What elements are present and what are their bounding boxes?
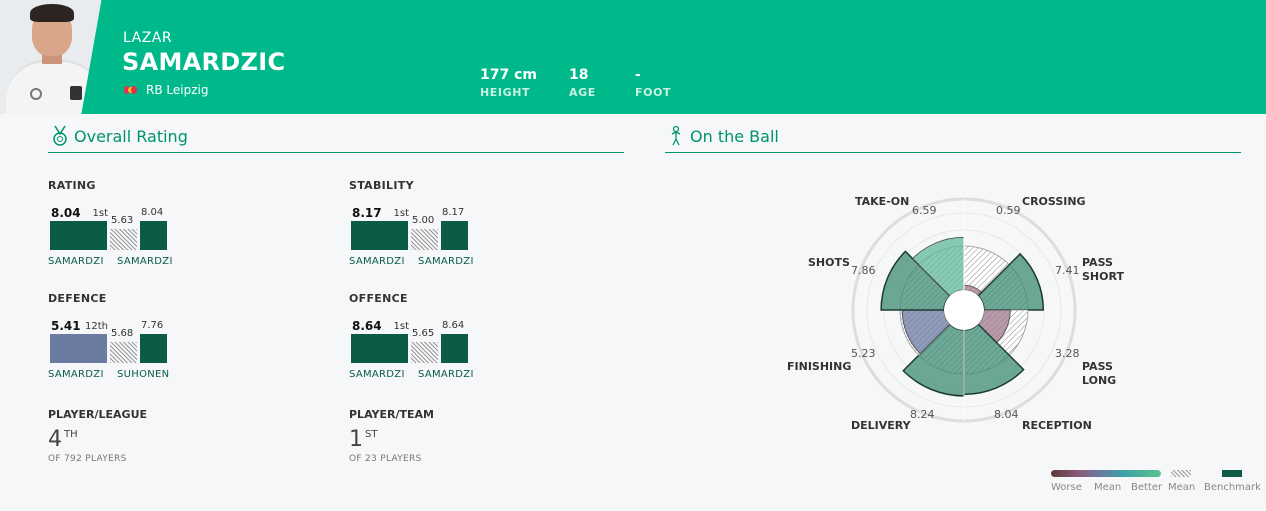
player-last-name: SAMARDZIC: [122, 48, 286, 76]
radar-svg: [851, 197, 1077, 423]
defence-value: 5.41: [51, 319, 81, 333]
benchmark-name-link[interactable]: SAMARDZI: [117, 256, 173, 267]
club-logo-icon: [124, 85, 138, 95]
rating-label: RATING: [48, 179, 96, 192]
radar-label-crossing: CROSSING: [1022, 195, 1086, 208]
radar-value-reception: 8.04: [994, 408, 1019, 421]
stat-foot: - FOOT: [635, 67, 672, 99]
rating-value: 8.04: [51, 206, 81, 220]
defence-benchmark-bar: [140, 334, 167, 363]
defence-label: DEFENCE: [48, 292, 107, 305]
benchmark-name-link[interactable]: SUHONEN: [117, 369, 169, 380]
offence-rank: 1st: [393, 321, 410, 332]
on-the-ball-divider: [665, 152, 1241, 153]
player-running-icon: [671, 125, 681, 146]
offence-bar: [351, 334, 408, 363]
legend-mean-swatch: [1171, 470, 1191, 477]
ranking-value: 4 TH: [48, 427, 78, 452]
offence-label: OFFENCE: [349, 292, 408, 305]
stability-benchmark: 8.17: [442, 207, 465, 218]
rating-mean-bar: [110, 229, 137, 250]
stability-mean-bar: [411, 229, 438, 250]
rating-benchmark-bar: [140, 221, 167, 250]
offence-mean-bar: [411, 342, 438, 363]
radar-value-shots: 7.86: [851, 264, 876, 277]
on-the-ball-title: On the Ball: [668, 125, 779, 147]
offence-benchmark-bar: [441, 334, 468, 363]
stability-benchmark-bar: [441, 221, 468, 250]
legend-mean-label: Mean: [1168, 482, 1196, 493]
radar-value-take-on: 6.59: [912, 204, 937, 217]
radar-value-pass-long: 3.28: [1055, 347, 1080, 360]
defence-bar: [50, 334, 107, 363]
ranking-value: 1 ST: [349, 427, 378, 452]
player-name-link[interactable]: SAMARDZI: [48, 369, 108, 380]
ranking-label: PLAYER/TEAM: [349, 408, 434, 421]
stability-bar: [351, 221, 408, 250]
defence-mean-bar: [110, 342, 137, 363]
stability-label: STABILITY: [349, 179, 414, 192]
club-name: RB Leipzig: [146, 83, 209, 97]
stability-rank: 1st: [393, 208, 410, 219]
radar-label-take-on: TAKE-ON: [855, 195, 910, 208]
radar-value-crossing: 0.59: [996, 204, 1021, 217]
legend-worse: Worse: [1051, 482, 1082, 493]
rating-bar: [50, 221, 107, 250]
offence-mean: 5.65: [412, 328, 435, 339]
defence-benchmark: 7.76: [141, 320, 164, 331]
radar-value-pass-short: 7.41: [1055, 264, 1080, 277]
rating-block-offence: OFFENCE 8.64 1st 5.65 8.64 SAMARDZI SAMA…: [349, 292, 649, 402]
benchmark-name-link[interactable]: SAMARDZI: [418, 256, 474, 267]
radar-label-shots: SHOTS: [808, 256, 850, 269]
radar-value-delivery: 8.24: [910, 408, 935, 421]
ranking-label: PLAYER/LEAGUE: [48, 408, 148, 421]
medal-icon: [53, 125, 67, 146]
on-the-ball-radar: CROSSING 0.59 PASS SHORT 7.41 PASS LONG 3.…: [780, 180, 1160, 440]
legend-benchmark-swatch: [1222, 470, 1242, 477]
rating-block-rating: RATING 8.04 1st 5.63 8.04 SAMARDZI SAMAR…: [48, 179, 348, 289]
overall-rating-title: Overall Rating: [52, 125, 188, 147]
radar-label-delivery: DELIVERY: [851, 419, 911, 432]
radar-label-pass-short: PASS SHORT: [1082, 256, 1124, 283]
offence-benchmark: 8.64: [442, 320, 465, 331]
legend-gradient: [1051, 470, 1161, 477]
stat-age: 18 AGE: [569, 67, 596, 99]
player-name-link[interactable]: SAMARDZI: [349, 369, 409, 380]
radar-label-reception: RECEPTION: [1022, 419, 1092, 432]
player-name-link[interactable]: SAMARDZI: [349, 256, 409, 267]
radar-value-finishing: 5.23: [851, 347, 876, 360]
ranking-sub: OF 792 PLAYERS: [48, 454, 127, 464]
radar-label-pass-long: PASS LONG: [1082, 360, 1117, 387]
defence-rank: 12th: [85, 321, 108, 332]
legend-benchmark-label: Benchmark: [1204, 482, 1261, 493]
overall-rating-divider: [48, 152, 624, 153]
rating-block-defence: DEFENCE 5.41 12th 5.68 7.76 SAMARDZI SUH…: [48, 292, 348, 402]
legend-better: Better: [1131, 482, 1163, 493]
radar-label-finishing: FINISHING: [787, 360, 852, 373]
rating-rank: 1st: [92, 208, 109, 219]
stability-value: 8.17: [352, 206, 382, 220]
player-team-ranking: PLAYER/TEAM 1 ST OF 23 PLAYERS: [349, 408, 434, 464]
offence-value: 8.64: [352, 319, 382, 333]
player-photo: [0, 0, 110, 114]
ranking-sub: OF 23 PLAYERS: [349, 454, 422, 464]
defence-mean: 5.68: [111, 328, 134, 339]
rating-mean: 5.63: [111, 215, 134, 226]
stability-mean: 5.00: [412, 215, 435, 226]
player-name-link[interactable]: SAMARDZI: [48, 256, 108, 267]
stat-height: 177 cm HEIGHT: [480, 67, 537, 99]
player-first-name: LAZAR: [123, 30, 173, 46]
player-header: LAZAR SAMARDZIC RB Leipzig 177 cm HEIGHT…: [0, 0, 1266, 114]
player-club[interactable]: RB Leipzig: [124, 82, 208, 98]
legend-mean: Mean: [1094, 482, 1122, 493]
player-league-ranking: PLAYER/LEAGUE 4 TH OF 792 PLAYERS: [48, 408, 147, 464]
rating-block-stability: STABILITY 8.17 1st 5.00 8.17 SAMARDZI SA…: [349, 179, 649, 289]
benchmark-name-link[interactable]: SAMARDZI: [418, 369, 474, 380]
rating-benchmark: 8.04: [141, 207, 164, 218]
